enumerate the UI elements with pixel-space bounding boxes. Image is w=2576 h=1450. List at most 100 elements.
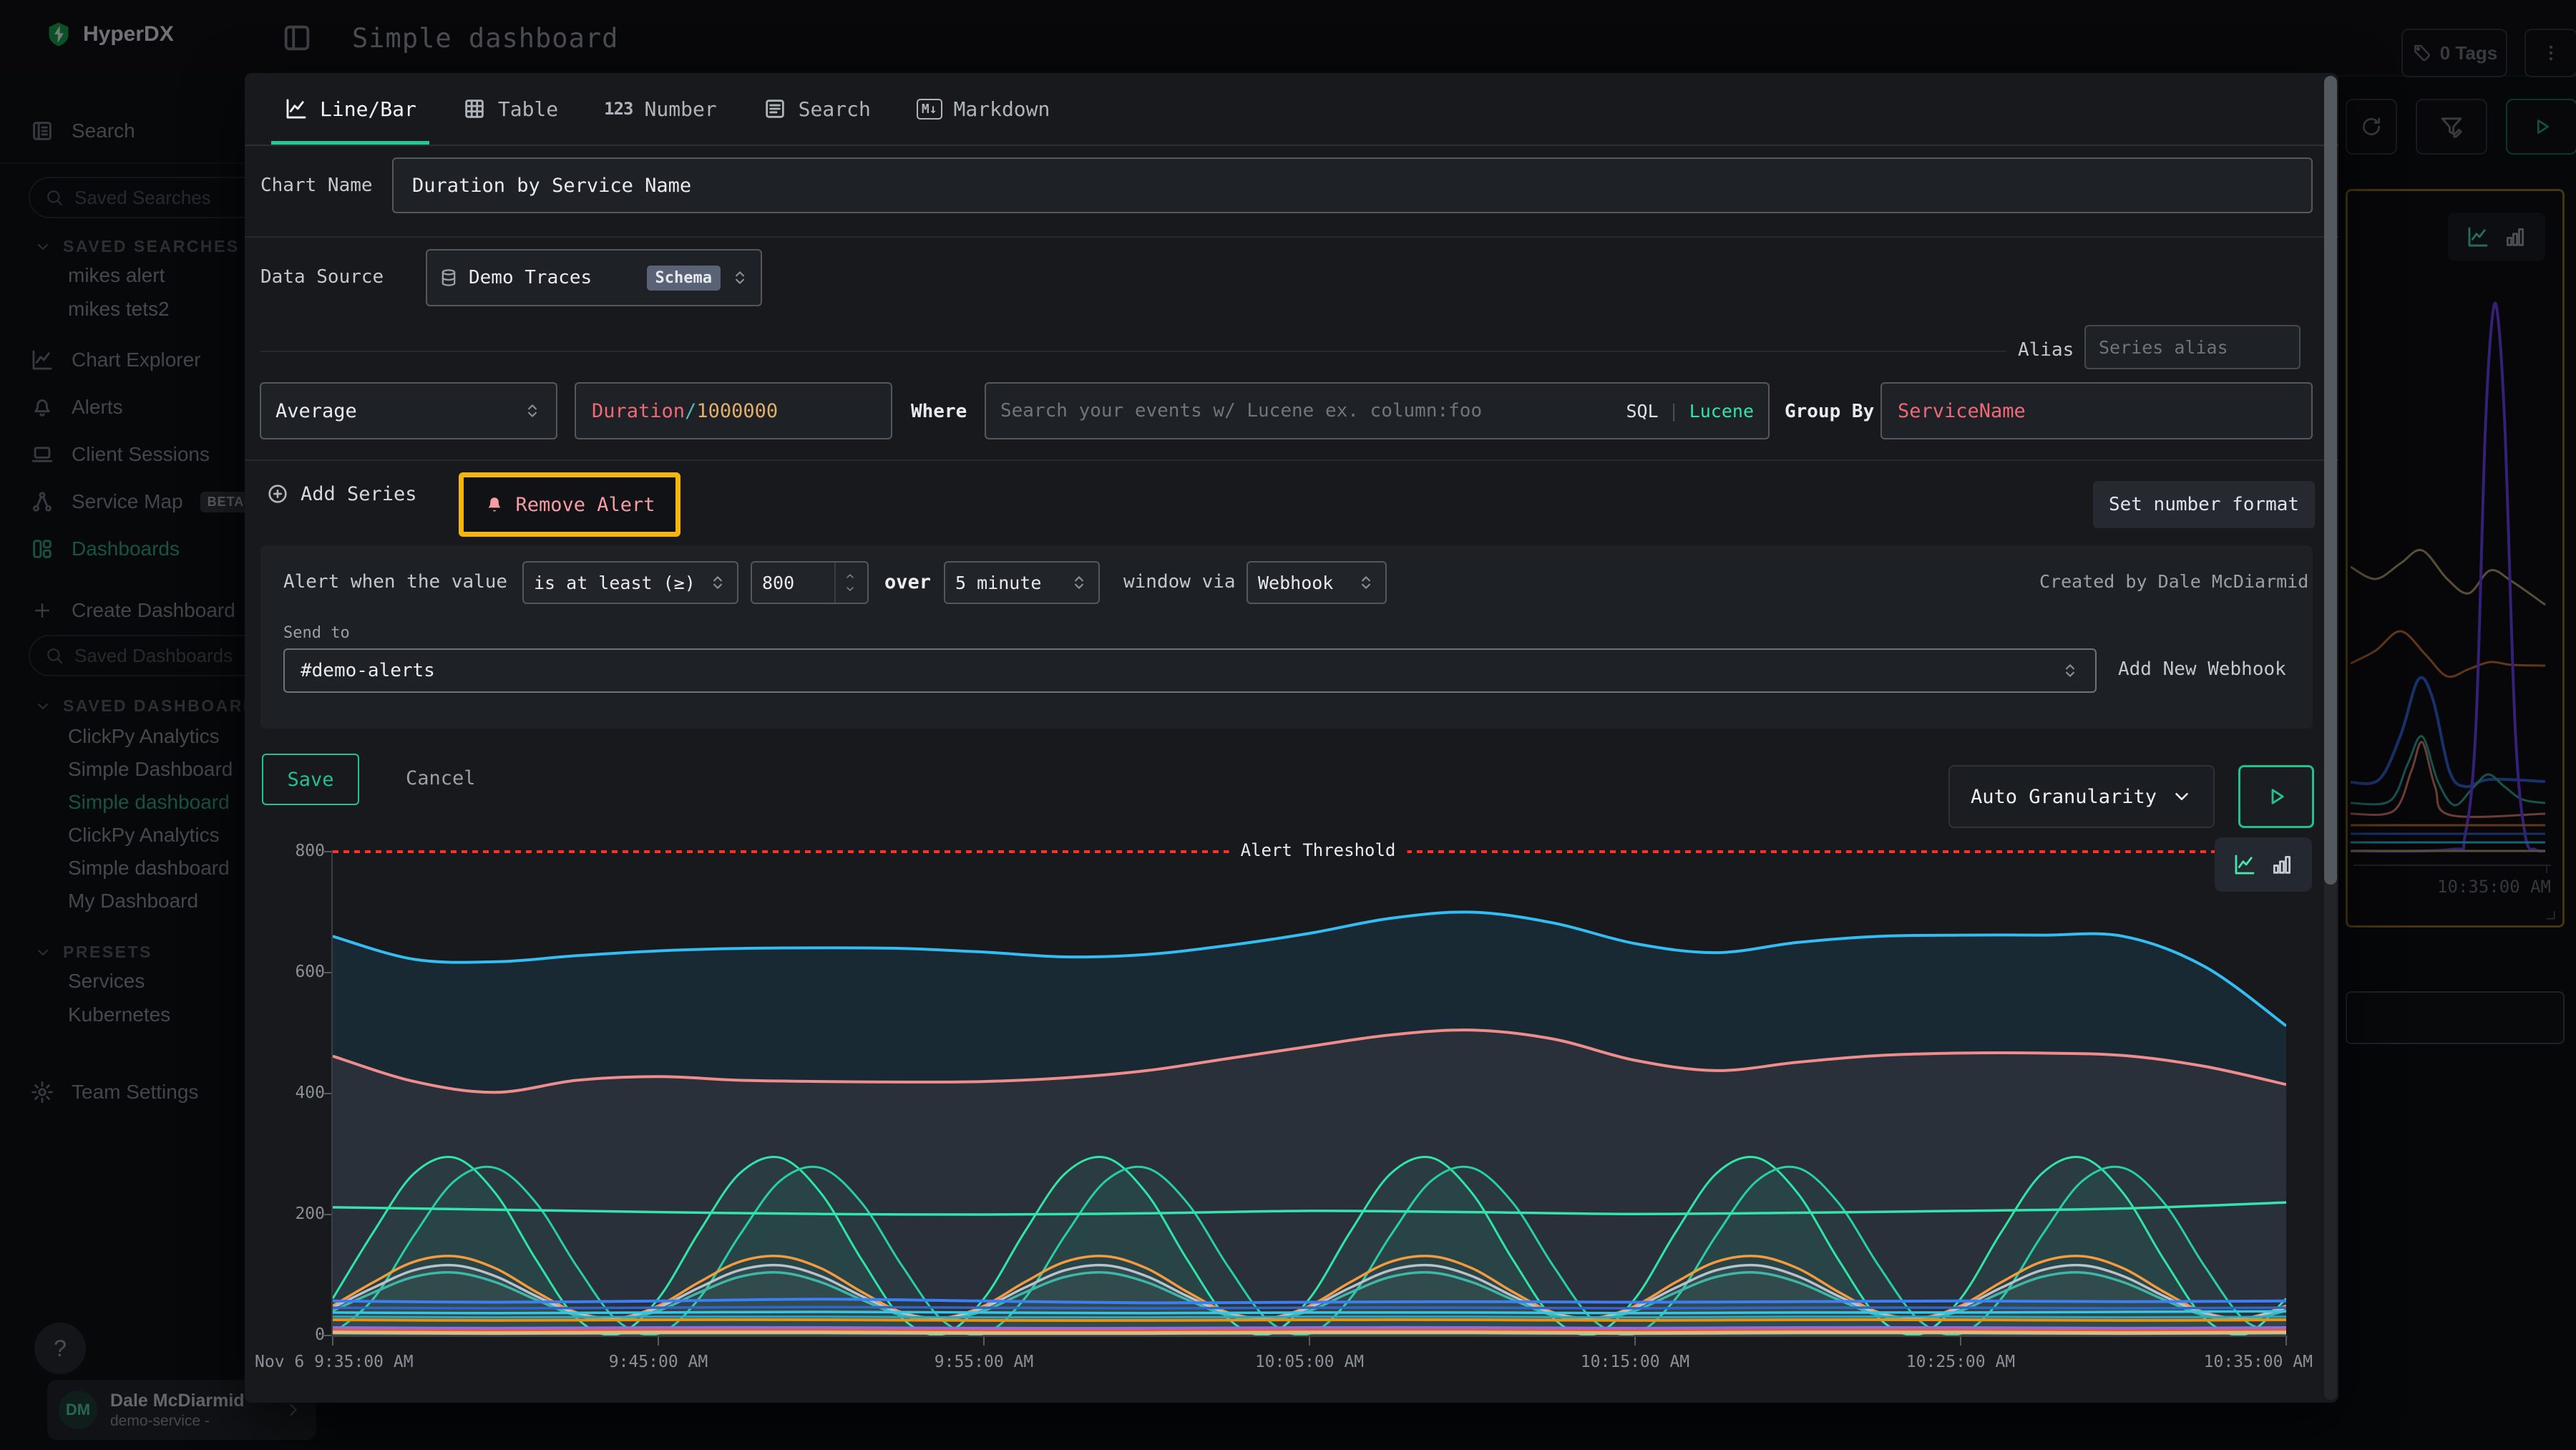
series-cyan-flat-1: [333, 1311, 2286, 1313]
over-label: over: [884, 571, 931, 593]
alert-window-select[interactable]: 5 minute: [944, 561, 1100, 604]
chart-name-value: Duration by Service Name: [412, 175, 691, 197]
chevron-up-icon: [843, 570, 857, 582]
cancel-button[interactable]: Cancel: [406, 767, 476, 789]
scrollbar-thumb[interactable]: [2324, 76, 2337, 885]
group-by-input[interactable]: ServiceName: [1880, 382, 2313, 439]
y-tick: [323, 1214, 331, 1215]
number-stepper[interactable]: [834, 563, 857, 603]
tab-label: Line/Bar: [320, 97, 416, 121]
number-123-icon: 123: [604, 99, 633, 119]
edit-chart-modal: Line/Bar Table 123 Number Search M↓ Markdown C…: [245, 73, 2338, 1403]
x-tick-label: 9:55:00 AM: [935, 1353, 1033, 1371]
language-switch: SQL | Lucene: [1626, 401, 1754, 422]
x-tick: [658, 1337, 659, 1346]
x-tick-label: 10:25:00 AM: [1906, 1353, 2015, 1371]
chart-type-tabs: Line/Bar Table 123 Number Search M↓ Markdown: [245, 73, 2338, 146]
sql-toggle[interactable]: SQL: [1626, 401, 1658, 422]
tab-label: Number: [645, 97, 717, 121]
where-placeholder: Search your events w/ Lucene ex. column:…: [1000, 400, 1482, 422]
alert-channel-value: Webhook: [1258, 573, 1333, 593]
alert-threshold-label: Alert Threshold: [1229, 840, 1407, 860]
granularity-select[interactable]: Auto Granularity: [1948, 765, 2215, 828]
x-tick: [1634, 1337, 1636, 1346]
tab-table[interactable]: Table: [462, 73, 558, 145]
x-tick-label: 9:45:00 AM: [609, 1353, 708, 1371]
y-tick-label: 200: [295, 1205, 325, 1223]
alert-settings-card: Alert when the value is at least (≥) 800…: [260, 545, 2313, 729]
screen: HyperDX Simple dashboard 0 Tags Search: [0, 0, 2576, 1450]
x-tick: [2285, 1337, 2287, 1346]
alert-operator-select[interactable]: is at least (≥): [522, 561, 738, 604]
y-tick-label: 600: [295, 963, 325, 981]
alert-window-value: 5 minute: [955, 573, 1041, 593]
expression-part: Duration: [592, 400, 685, 422]
bar-chart-icon: [2270, 852, 2294, 877]
tab-number[interactable]: 123 Number: [604, 73, 717, 145]
tab-markdown[interactable]: M↓ Markdown: [917, 73, 1050, 145]
granularity-value: Auto Granularity: [1971, 786, 2157, 808]
table-icon: [462, 97, 487, 121]
chevron-down-icon: [843, 583, 857, 595]
list-icon: [763, 97, 787, 121]
add-new-webhook-link[interactable]: Add New Webhook: [2118, 658, 2286, 680]
markdown-icon: M↓: [917, 99, 942, 120]
tab-search[interactable]: Search: [763, 73, 871, 145]
remove-alert-button[interactable]: Remove Alert: [484, 494, 655, 516]
tab-label: Markdown: [954, 97, 1050, 121]
bell-icon: [484, 494, 505, 515]
alias-label: Alias: [2018, 339, 2074, 361]
chart-type-toggle[interactable]: [2215, 837, 2312, 892]
alert-channel-select[interactable]: Webhook: [1246, 561, 1387, 604]
series-blue-flat-2: [333, 1307, 2286, 1308]
chevron-updown-icon: [523, 402, 542, 420]
database-icon: [439, 268, 459, 288]
created-by-text: Created by Dale McDiarmid: [2039, 571, 2308, 592]
y-tick: [323, 1335, 331, 1336]
language-divider: |: [1669, 401, 1679, 422]
x-tick-label: Nov 6 9:35:00 AM: [255, 1353, 414, 1371]
divider: [260, 351, 2006, 352]
lucene-toggle[interactable]: Lucene: [1689, 401, 1754, 422]
alias-input[interactable]: Series alias: [2084, 325, 2301, 369]
expression-part: 1000000: [696, 400, 778, 422]
divider: [245, 236, 2338, 238]
alert-operator-value: is at least (≥): [534, 573, 696, 593]
y-tick: [323, 1093, 331, 1094]
webhook-select[interactable]: #demo-alerts: [283, 648, 2097, 693]
chevron-down-icon: [2171, 786, 2192, 807]
x-tick: [1309, 1337, 1310, 1346]
alias-placeholder: Series alias: [2099, 337, 2228, 358]
tab-label: Table: [498, 97, 558, 121]
data-source-value: Demo Traces: [469, 267, 592, 288]
chevron-updown-icon: [731, 268, 749, 287]
line-chart-icon: [2233, 852, 2257, 877]
y-tick-label: 800: [295, 842, 325, 860]
divider: [245, 459, 2338, 461]
y-tick: [323, 972, 331, 973]
chevron-updown-icon: [1357, 573, 1375, 592]
data-source-select[interactable]: Demo Traces Schema: [426, 249, 762, 306]
schema-badge[interactable]: Schema: [647, 266, 721, 291]
remove-alert-label: Remove Alert: [515, 494, 655, 516]
chart-name-input[interactable]: Duration by Service Name: [392, 157, 2313, 213]
set-number-format-label: Set number format: [2109, 494, 2299, 515]
expression-part: /: [685, 400, 696, 422]
alert-threshold-input[interactable]: 800: [751, 561, 869, 604]
y-tick: [323, 851, 331, 852]
where-search-input[interactable]: Search your events w/ Lucene ex. column:…: [985, 382, 1770, 439]
x-tick: [983, 1337, 985, 1346]
chevron-updown-icon: [1070, 573, 1088, 592]
window-via-label: window via: [1123, 571, 1236, 593]
x-tick-label: 10:15:00 AM: [1581, 1353, 1689, 1371]
x-tick-label: 10:35:00 AM: [2204, 1353, 2313, 1371]
run-chart-button[interactable]: [2238, 765, 2314, 828]
y-axis-labels: 0200400600800: [273, 73, 325, 1403]
set-number-format-button[interactable]: Set number format: [2093, 481, 2315, 528]
play-icon: [2264, 784, 2288, 809]
x-tick: [332, 1337, 333, 1346]
annotation-highlight-box: Remove Alert: [459, 472, 680, 537]
tab-label: Search: [799, 97, 871, 121]
expression-input[interactable]: Duration/1000000: [575, 382, 892, 439]
group-by-value: ServiceName: [1898, 400, 2026, 422]
